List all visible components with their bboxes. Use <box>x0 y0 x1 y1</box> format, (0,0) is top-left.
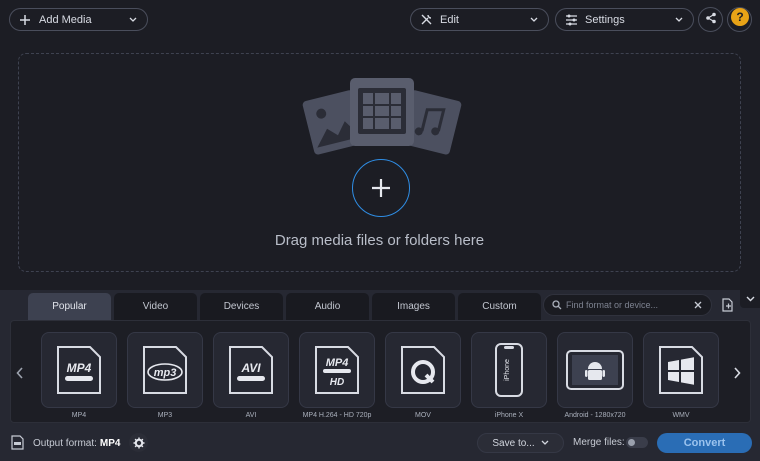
plus-icon <box>16 14 34 26</box>
chevron-down-icon <box>671 17 687 23</box>
save-to-label: Save to... <box>492 437 535 449</box>
chevron-down-icon <box>746 296 754 302</box>
format-tabs: Popular Video Devices Audio Images Custo… <box>28 293 541 320</box>
drop-hint-text: Drag media files or folders here <box>274 232 485 249</box>
custom-preset-icon <box>722 298 733 312</box>
search-icon <box>548 300 566 310</box>
format-item-iphone-x[interactable]: iPhone iPhone X <box>471 332 547 419</box>
top-toolbar: Add Media Edit Settings ? <box>0 0 760 40</box>
settings-label: Settings <box>585 13 625 26</box>
merge-files-label: Merge files: <box>573 437 625 448</box>
settings-button[interactable]: Settings <box>555 8 694 31</box>
edit-button[interactable]: Edit <box>410 8 549 31</box>
svg-text:?: ? <box>736 10 743 24</box>
clear-search-icon[interactable] <box>691 301 705 309</box>
gear-icon <box>133 437 144 448</box>
format-item-mp3[interactable]: mp3 MP3 <box>127 332 203 419</box>
tab-custom[interactable]: Custom <box>458 293 541 320</box>
output-format: Output format: MP4 <box>33 438 120 449</box>
tab-audio[interactable]: Audio <box>286 293 369 320</box>
footer-bar: Output format: MP4 Save to... Merge files… <box>0 428 760 461</box>
mp4-icon: MP4 <box>57 346 101 394</box>
output-settings-button[interactable] <box>129 433 148 452</box>
save-to-button[interactable]: Save to... <box>477 433 564 453</box>
add-media-label: Add Media <box>39 13 92 26</box>
drop-zone[interactable]: Drag media files or folders here <box>18 53 741 272</box>
help-button[interactable]: ? <box>727 7 752 32</box>
share-icon <box>705 11 717 29</box>
add-files-button[interactable] <box>352 159 410 217</box>
share-button[interactable] <box>698 7 723 32</box>
format-item-mp4[interactable]: MP4 MP4 <box>41 332 117 419</box>
chevron-down-icon <box>541 440 549 445</box>
svg-text:MP4: MP4 <box>326 357 349 369</box>
svg-text:iPhone: iPhone <box>504 359 511 381</box>
android-tablet-icon <box>566 350 624 390</box>
chevron-left-icon <box>16 367 23 379</box>
format-item-wmv[interactable]: WMV <box>643 332 719 419</box>
add-custom-format-button[interactable] <box>716 294 738 316</box>
svg-text:HD: HD <box>330 377 344 388</box>
mp3-icon: mp3 <box>143 346 187 394</box>
tab-popular[interactable]: Popular <box>28 293 111 320</box>
svg-text:MP4: MP4 <box>67 361 92 375</box>
media-types-icon <box>302 78 462 155</box>
format-item-mov[interactable]: MOV <box>385 332 461 419</box>
edit-label: Edit <box>440 13 459 26</box>
format-label: WMV <box>672 412 690 419</box>
sliders-icon <box>562 14 580 26</box>
svg-text:AVI: AVI <box>240 361 261 375</box>
add-media-button[interactable]: Add Media <box>9 8 148 31</box>
avi-icon: AVI <box>229 346 273 394</box>
search-placeholder: Find format or device... <box>566 300 659 310</box>
convert-button[interactable]: Convert <box>657 433 752 453</box>
scroll-left-button[interactable] <box>13 363 27 383</box>
help-icon: ? <box>730 7 750 32</box>
iphone-icon: iPhone <box>495 343 523 397</box>
svg-text:mp3: mp3 <box>154 367 177 379</box>
tab-devices[interactable]: Devices <box>200 293 283 320</box>
scroll-right-button[interactable] <box>730 363 744 383</box>
windows-icon <box>659 346 703 394</box>
merge-files-toggle[interactable] <box>626 437 648 448</box>
format-item-avi[interactable]: AVI AVI <box>213 332 289 419</box>
format-list: MP4 MP4 mp3 MP3 AVI AVI MP4 HD MP4 H.264… <box>10 320 751 423</box>
tab-video[interactable]: Video <box>114 293 197 320</box>
format-item-android[interactable]: Android - 1280x720 <box>557 332 633 419</box>
chevron-right-icon <box>734 367 741 379</box>
plus-icon <box>372 179 390 197</box>
output-format-icon <box>11 435 24 455</box>
tools-icon <box>417 13 435 26</box>
quicktime-icon <box>401 346 445 394</box>
mp4-hd-icon: MP4 HD <box>315 346 359 394</box>
format-item-mp4-hd[interactable]: MP4 HD MP4 H.264 - HD 720p <box>299 332 375 419</box>
chevron-down-icon <box>526 17 542 23</box>
format-search-input[interactable]: Find format or device... <box>543 294 712 316</box>
output-format-value: MP4 <box>99 438 121 449</box>
tab-images[interactable]: Images <box>372 293 455 320</box>
output-format-label: Output format: <box>33 438 97 449</box>
collapse-panel-button[interactable] <box>740 290 760 308</box>
chevron-down-icon <box>125 17 141 23</box>
